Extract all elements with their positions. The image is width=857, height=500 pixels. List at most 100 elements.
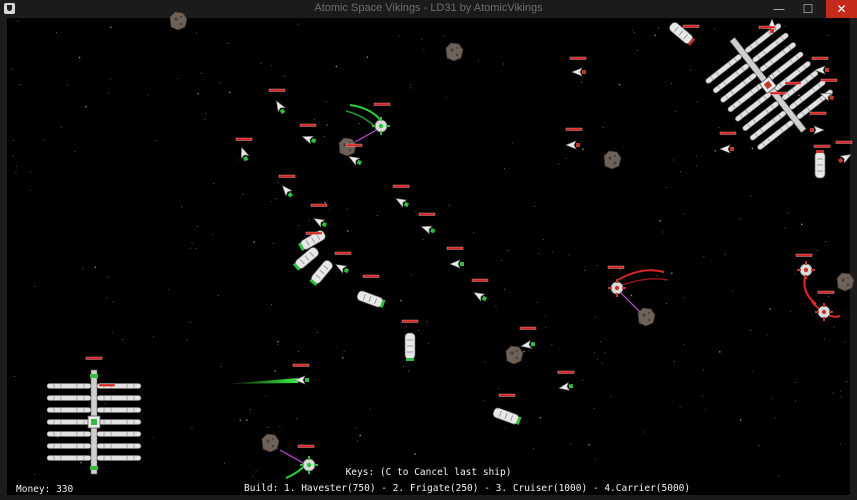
asteroid[interactable] bbox=[836, 272, 855, 292]
star bbox=[153, 336, 154, 338]
enemy-harvester bbox=[814, 302, 834, 322]
star bbox=[766, 334, 768, 336]
star bbox=[798, 94, 800, 96]
player-carrier[interactable] bbox=[46, 369, 142, 475]
star bbox=[67, 84, 68, 86]
star bbox=[665, 187, 667, 188]
star bbox=[504, 288, 505, 290]
star bbox=[106, 297, 108, 299]
star bbox=[19, 84, 20, 85]
star bbox=[403, 365, 404, 367]
star bbox=[418, 330, 419, 331]
player-fleet[interactable] bbox=[237, 98, 575, 475]
star bbox=[511, 142, 513, 144]
star bbox=[508, 250, 509, 251]
star bbox=[739, 218, 741, 220]
star bbox=[473, 232, 475, 233]
star bbox=[534, 206, 535, 207]
star bbox=[78, 56, 81, 59]
star bbox=[60, 126, 62, 128]
star bbox=[80, 461, 82, 464]
star bbox=[596, 265, 598, 266]
star bbox=[643, 431, 645, 433]
star bbox=[840, 390, 842, 392]
star bbox=[724, 253, 726, 255]
star bbox=[695, 165, 697, 167]
star bbox=[665, 303, 667, 304]
star bbox=[186, 339, 188, 341]
star bbox=[277, 344, 279, 345]
asteroid[interactable] bbox=[637, 307, 656, 327]
star bbox=[545, 314, 546, 316]
star bbox=[552, 251, 554, 253]
asteroid[interactable] bbox=[169, 11, 188, 31]
star bbox=[212, 234, 214, 236]
star bbox=[620, 269, 622, 271]
star bbox=[538, 253, 540, 255]
star bbox=[250, 409, 251, 410]
player-frigate bbox=[419, 222, 437, 236]
star bbox=[426, 321, 428, 322]
star bbox=[788, 212, 789, 214]
star bbox=[428, 342, 429, 344]
asteroid[interactable] bbox=[338, 137, 357, 157]
star bbox=[253, 241, 255, 243]
player-frigate bbox=[311, 214, 329, 230]
star bbox=[523, 350, 525, 353]
player-frigate bbox=[237, 145, 251, 163]
star bbox=[739, 419, 742, 421]
enemy-carrier[interactable] bbox=[695, 10, 840, 159]
star bbox=[828, 296, 830, 297]
star bbox=[683, 213, 685, 215]
star bbox=[398, 35, 399, 37]
player-cruiser bbox=[491, 406, 523, 427]
star bbox=[662, 231, 664, 233]
money-label: Money: bbox=[16, 484, 51, 495]
star bbox=[504, 426, 506, 428]
star bbox=[809, 115, 811, 117]
star bbox=[104, 402, 106, 404]
asteroid[interactable] bbox=[603, 150, 622, 170]
star bbox=[695, 155, 697, 157]
star bbox=[327, 124, 328, 126]
star bbox=[832, 392, 834, 394]
star bbox=[445, 97, 447, 99]
star bbox=[654, 34, 656, 36]
star bbox=[790, 310, 791, 312]
star bbox=[618, 84, 621, 86]
star bbox=[801, 223, 803, 225]
player-frigate bbox=[519, 339, 537, 351]
star bbox=[495, 305, 497, 307]
asteroid[interactable] bbox=[445, 42, 464, 62]
star bbox=[400, 299, 402, 302]
player-frigate bbox=[278, 182, 296, 200]
star bbox=[533, 448, 534, 450]
star bbox=[274, 370, 276, 372]
star bbox=[778, 140, 779, 142]
star bbox=[637, 50, 639, 51]
star bbox=[227, 43, 228, 44]
star bbox=[568, 254, 570, 256]
star bbox=[599, 341, 601, 342]
star bbox=[570, 443, 571, 445]
star bbox=[597, 359, 598, 361]
asteroid[interactable] bbox=[505, 345, 524, 365]
star bbox=[703, 256, 705, 258]
asteroid[interactable] bbox=[261, 433, 280, 453]
star bbox=[588, 443, 590, 446]
star bbox=[197, 226, 199, 227]
keys-hint: Keys: (C to Cancel last ship) bbox=[345, 467, 512, 478]
enemy-frigate bbox=[809, 125, 825, 135]
star bbox=[679, 406, 681, 408]
star bbox=[191, 242, 193, 244]
star bbox=[593, 407, 595, 409]
star bbox=[217, 295, 219, 296]
star bbox=[324, 201, 326, 204]
star bbox=[671, 82, 672, 84]
battle-scene[interactable] bbox=[0, 0, 857, 500]
star bbox=[110, 26, 112, 29]
star bbox=[405, 326, 407, 327]
star bbox=[601, 362, 603, 364]
enemy-frigate bbox=[571, 67, 587, 77]
star bbox=[840, 396, 842, 398]
